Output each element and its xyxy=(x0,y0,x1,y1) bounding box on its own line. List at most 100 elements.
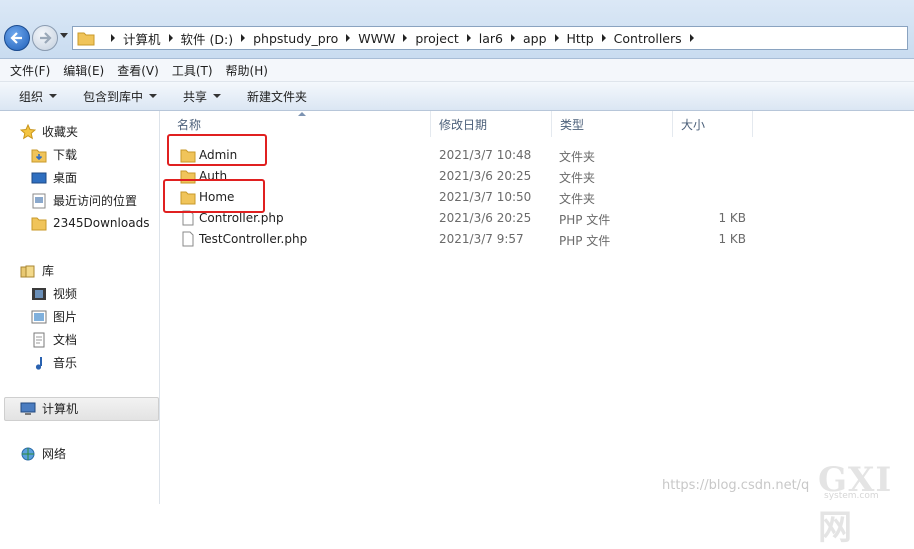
breadcrumb-app[interactable]: app xyxy=(523,31,559,46)
include-library-label: 包含到库中 xyxy=(83,89,144,104)
site-logo: GXI网 xyxy=(818,460,893,548)
column-header-size[interactable]: 大小 xyxy=(673,111,753,137)
nav-pictures-label: 图片 xyxy=(53,310,78,324)
file-type: 文件夹 xyxy=(559,150,596,164)
address-box[interactable]: 计算机 软件 (D:) phpstudy_pro WWW project lar… xyxy=(72,26,908,50)
nav-computer[interactable]: 计算机 xyxy=(20,400,78,417)
site-logo-sub: system.com xyxy=(824,491,879,501)
nav-network-label: 网络 xyxy=(42,447,67,461)
file-date: 2021/3/6 20:25 xyxy=(439,169,532,183)
chevron-down-icon xyxy=(49,94,58,98)
file-list: 名称 修改日期 类型 大小 Admin 2021/3/7 10:48 文件夹 A… xyxy=(160,111,914,504)
desktop-icon xyxy=(31,172,47,183)
forward-button[interactable] xyxy=(32,25,58,51)
computer-icon xyxy=(20,402,36,415)
arrow-right-icon xyxy=(40,32,52,44)
breadcrumb-phpstudy[interactable]: phpstudy_pro xyxy=(253,31,351,46)
nav-documents[interactable]: 文档 xyxy=(31,331,77,348)
share-button[interactable]: 共享 xyxy=(174,88,230,105)
nav-library[interactable]: 库 xyxy=(20,262,54,279)
column-size-label: 大小 xyxy=(681,117,706,132)
breadcrumb-project[interactable]: project xyxy=(415,31,471,46)
share-label: 共享 xyxy=(183,89,208,104)
breadcrumb-controllers[interactable]: Controllers xyxy=(614,31,694,46)
column-type-label: 类型 xyxy=(560,117,585,132)
menu-bar: 文件(F) 编辑(E) 查看(V) 工具(T) 帮助(H) xyxy=(0,59,914,82)
menu-help[interactable]: 帮助(H) xyxy=(226,62,268,79)
file-type: 文件夹 xyxy=(559,192,596,206)
recent-pages-dropdown[interactable] xyxy=(60,33,68,38)
back-button[interactable] xyxy=(4,25,30,51)
nav-2345downloads[interactable]: 2345Downloads xyxy=(31,215,149,231)
nav-videos-label: 视频 xyxy=(53,287,78,301)
star-icon xyxy=(20,123,36,139)
chevron-down-icon xyxy=(149,94,158,98)
nav-videos[interactable]: 视频 xyxy=(31,285,77,302)
file-row-controller-php[interactable]: Controller.php 2021/3/6 20:25 PHP 文件 1 K… xyxy=(160,208,914,229)
music-note-icon xyxy=(35,356,42,370)
downloads-folder-icon xyxy=(31,149,47,162)
menu-view[interactable]: 查看(V) xyxy=(117,62,159,79)
highlight-box-home xyxy=(163,179,265,213)
nav-music[interactable]: 音乐 xyxy=(31,354,77,371)
chevron-down-icon xyxy=(213,94,222,98)
nav-documents-label: 文档 xyxy=(53,333,78,347)
folder-icon xyxy=(77,32,95,46)
column-header-type[interactable]: 类型 xyxy=(552,111,673,137)
nav-desktop[interactable]: 桌面 xyxy=(31,169,77,186)
nav-network[interactable]: 网络 xyxy=(20,445,66,462)
file-row-admin[interactable]: Admin 2021/3/7 10:48 文件夹 xyxy=(160,145,914,166)
file-name: Controller.php xyxy=(199,211,284,225)
file-type: 文件夹 xyxy=(559,171,596,185)
breadcrumb-lar6[interactable]: lar6 xyxy=(479,31,515,46)
breadcrumb-http[interactable]: Http xyxy=(567,31,606,46)
menu-tools[interactable]: 工具(T) xyxy=(172,62,213,79)
file-size: 1 KB xyxy=(718,211,746,225)
breadcrumb-computer[interactable]: 计算机 xyxy=(123,29,173,48)
file-date: 2021/3/7 9:57 xyxy=(439,232,524,246)
file-row-home[interactable]: Home 2021/3/7 10:50 文件夹 xyxy=(160,187,914,208)
menu-edit[interactable]: 编辑(E) xyxy=(63,62,104,79)
highlight-box-admin xyxy=(167,134,267,166)
column-header-date[interactable]: 修改日期 xyxy=(431,111,552,137)
column-date-label: 修改日期 xyxy=(439,117,488,132)
navigation-pane: 收藏夹 下载 桌面 最近访问的位置 2345Downloads 库 视频 图片 … xyxy=(0,111,160,504)
organize-button[interactable]: 组织 xyxy=(10,88,66,105)
nav-favorites[interactable]: 收藏夹 xyxy=(20,123,78,140)
breadcrumb-sep-start[interactable] xyxy=(103,34,115,42)
window-title xyxy=(0,0,64,18)
recent-places-icon xyxy=(32,193,46,208)
nav-music-label: 音乐 xyxy=(53,356,78,370)
breadcrumb-drive-d[interactable]: 软件 (D:) xyxy=(181,29,246,48)
organize-label: 组织 xyxy=(19,89,44,104)
nav-recent-label: 最近访问的位置 xyxy=(53,194,138,208)
nav-favorites-label: 收藏夹 xyxy=(42,125,79,139)
file-type: PHP 文件 xyxy=(559,234,611,248)
network-icon xyxy=(21,447,35,460)
file-icon xyxy=(182,231,194,247)
nav-computer-label: 计算机 xyxy=(42,402,79,416)
arrow-left-icon xyxy=(10,32,22,44)
new-folder-label: 新建文件夹 xyxy=(247,89,308,104)
watermark-url: https://blog.csdn.net/q xyxy=(662,478,810,493)
include-in-library-button[interactable]: 包含到库中 xyxy=(74,88,166,105)
new-folder-button[interactable]: 新建文件夹 xyxy=(238,88,316,105)
nav-downloads[interactable]: 下载 xyxy=(31,146,77,163)
menu-file[interactable]: 文件(F) xyxy=(10,62,50,79)
nav-2345downloads-label: 2345Downloads xyxy=(53,216,150,230)
file-date: 2021/3/6 20:25 xyxy=(439,211,532,225)
nav-downloads-label: 下载 xyxy=(53,148,78,162)
folder-icon xyxy=(31,217,47,231)
file-date: 2021/3/7 10:50 xyxy=(439,190,532,204)
pictures-icon xyxy=(31,310,47,323)
column-name-label: 名称 xyxy=(177,117,202,132)
breadcrumb-www[interactable]: WWW xyxy=(358,31,408,46)
command-toolbar: 组织 包含到库中 共享 新建文件夹 xyxy=(0,82,914,111)
nav-pictures[interactable]: 图片 xyxy=(31,308,77,325)
file-name: TestController.php xyxy=(199,232,308,246)
file-type: PHP 文件 xyxy=(559,213,611,227)
nav-recent-places[interactable]: 最近访问的位置 xyxy=(31,192,137,209)
file-row-testcontroller-php[interactable]: TestController.php 2021/3/7 9:57 PHP 文件 … xyxy=(160,229,914,250)
file-row-auth[interactable]: Auth 2021/3/6 20:25 文件夹 xyxy=(160,166,914,187)
file-date: 2021/3/7 10:48 xyxy=(439,148,532,162)
